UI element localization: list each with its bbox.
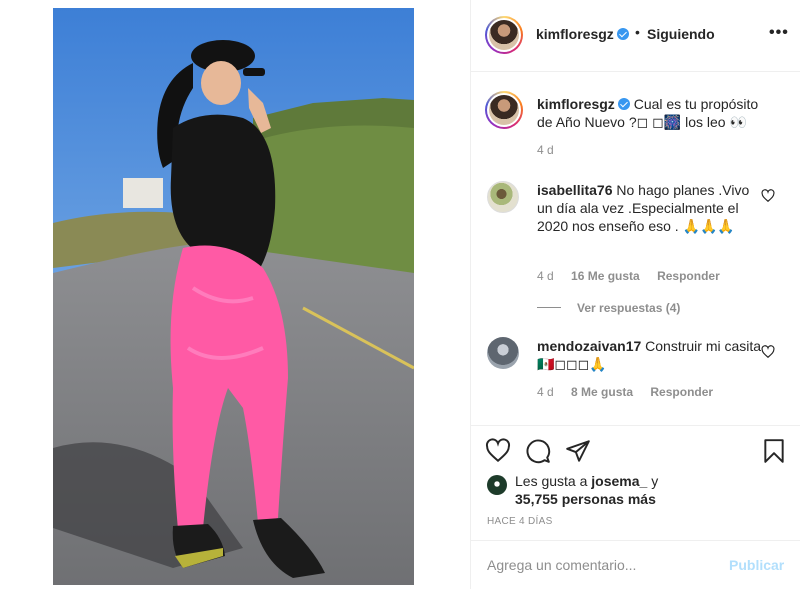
liker-avatar[interactable] xyxy=(487,475,507,495)
share-icon[interactable] xyxy=(565,438,591,464)
post-header: kimfloresgz • Siguiendo ••• xyxy=(471,0,800,72)
likes-count[interactable]: 35,755 personas más xyxy=(515,491,656,507)
comment-icon[interactable] xyxy=(525,438,551,464)
post-photo-image xyxy=(53,8,414,585)
caption-time: 4 d xyxy=(537,143,554,157)
comments-list[interactable]: kimfloresgz Cual es tu propósito de Año … xyxy=(471,73,800,425)
post-photo[interactable] xyxy=(53,8,414,585)
replies-divider xyxy=(537,307,561,308)
comment-time: 4 d xyxy=(537,385,554,399)
reply-button[interactable]: Responder xyxy=(650,385,713,399)
comment-likes[interactable]: 8 Me gusta xyxy=(571,385,633,399)
post-actions: Les gusta a josema_ y 35,755 personas má… xyxy=(471,425,800,540)
verified-icon xyxy=(616,28,629,40)
author-username[interactable]: kimfloresgz xyxy=(536,26,629,42)
view-replies-button[interactable]: Ver respuestas (4) xyxy=(537,301,680,315)
comment-input[interactable] xyxy=(487,553,717,577)
like-comment-heart-icon[interactable] xyxy=(761,189,775,203)
like-comment-heart-icon[interactable] xyxy=(761,345,775,359)
reply-button[interactable]: Responder xyxy=(657,269,720,283)
separator-dot: • xyxy=(635,24,640,40)
bookmark-icon[interactable] xyxy=(761,438,787,464)
commenter-username[interactable]: mendozaivan17 xyxy=(537,338,641,354)
post-comment-button[interactable]: Publicar xyxy=(729,557,784,573)
add-comment-bar: Publicar xyxy=(471,540,800,589)
media-pane xyxy=(0,0,470,589)
liker-username[interactable]: josema_ xyxy=(591,473,647,489)
commenter-username[interactable]: isabellita76 xyxy=(537,182,613,198)
caption-username[interactable]: kimfloresgz xyxy=(537,96,615,112)
more-icon[interactable]: ••• xyxy=(769,24,789,42)
following-button[interactable]: Siguiendo xyxy=(647,26,715,42)
author-avatar[interactable] xyxy=(485,16,523,54)
post-timestamp[interactable]: HACE 4 DÍAS xyxy=(487,516,553,527)
heart-icon[interactable] xyxy=(485,438,511,464)
verified-icon xyxy=(617,98,630,110)
comment-time: 4 d xyxy=(537,269,554,283)
commenter-avatar[interactable] xyxy=(487,337,519,369)
post-sidebar: kimfloresgz • Siguiendo ••• kimfloresgz … xyxy=(470,0,800,589)
commenter-avatar[interactable] xyxy=(487,181,519,213)
caption-avatar[interactable] xyxy=(485,91,523,129)
comment-likes[interactable]: 16 Me gusta xyxy=(571,269,640,283)
